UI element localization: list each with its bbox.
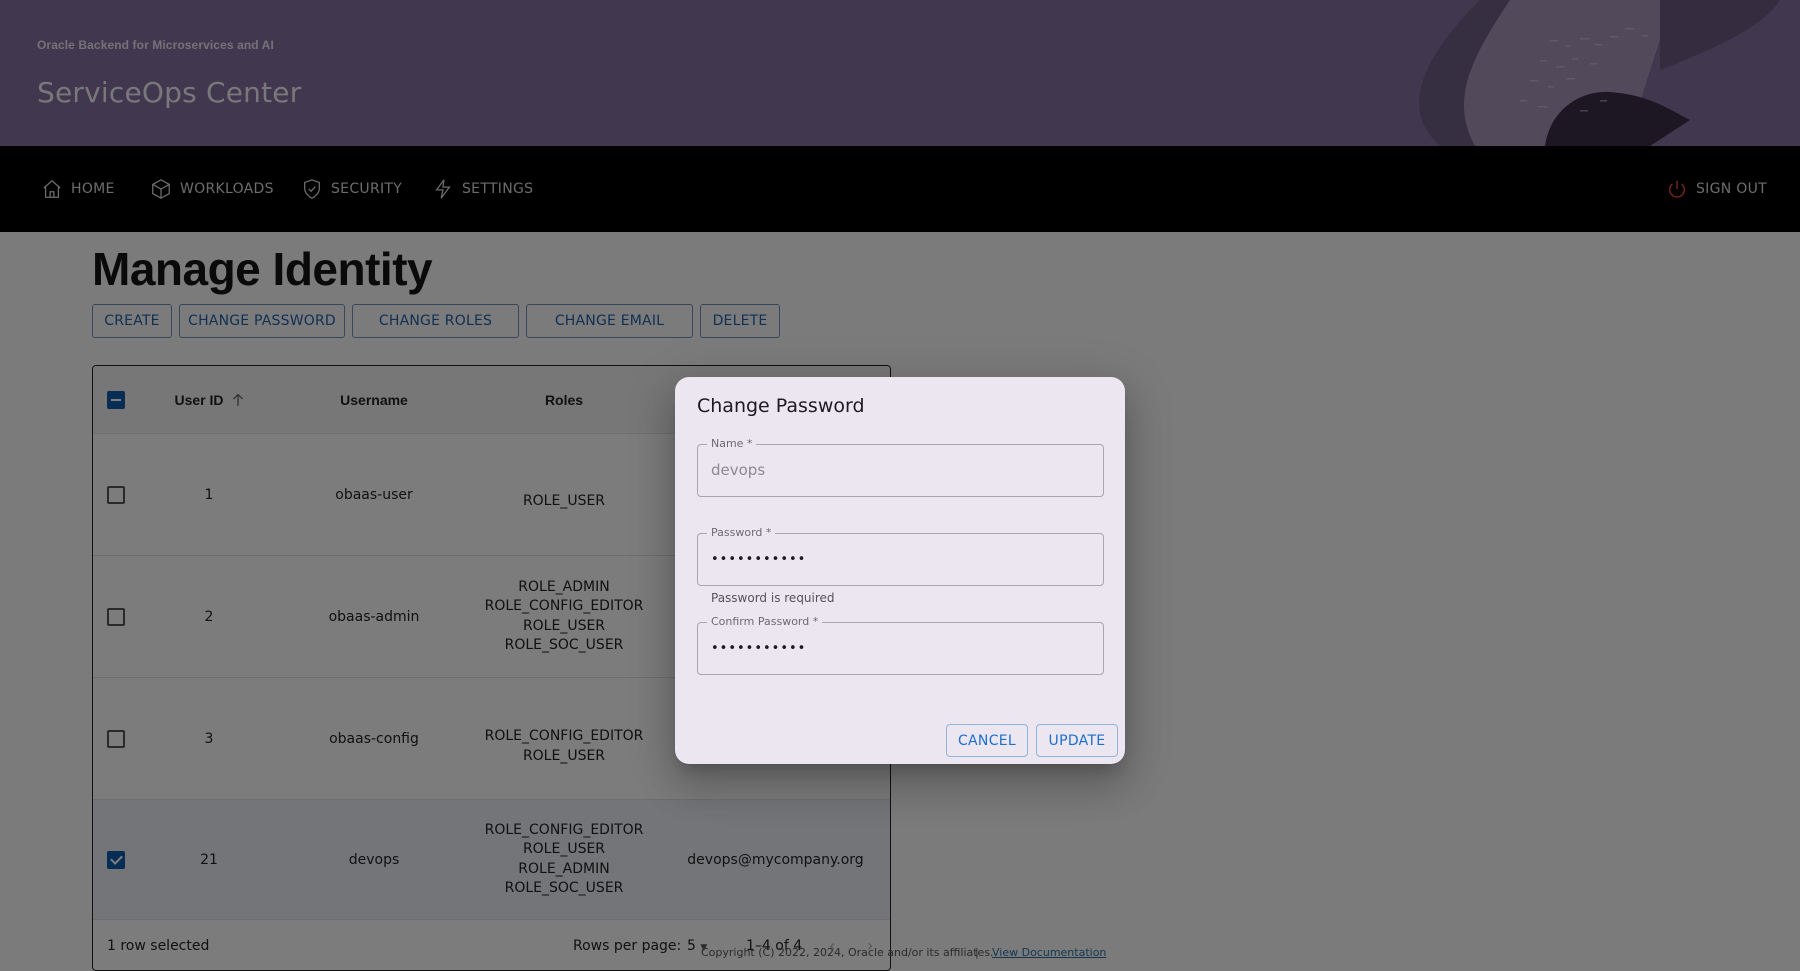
- name-field: Name *: [697, 437, 1104, 497]
- cancel-button[interactable]: CANCEL: [946, 724, 1028, 757]
- password-helper-text: Password is required: [711, 591, 835, 605]
- confirm-password-input[interactable]: •••••••••••: [711, 623, 1091, 674]
- password-field[interactable]: Password * •••••••••••: [697, 526, 1104, 586]
- dialog-title: Change Password: [697, 395, 865, 417]
- name-input: [711, 445, 1091, 496]
- change-password-dialog: Change Password Name * Password * ••••••…: [675, 377, 1125, 764]
- password-input[interactable]: •••••••••••: [711, 534, 1091, 585]
- confirm-password-field[interactable]: Confirm Password * •••••••••••: [697, 615, 1104, 675]
- update-button[interactable]: UPDATE: [1036, 724, 1118, 757]
